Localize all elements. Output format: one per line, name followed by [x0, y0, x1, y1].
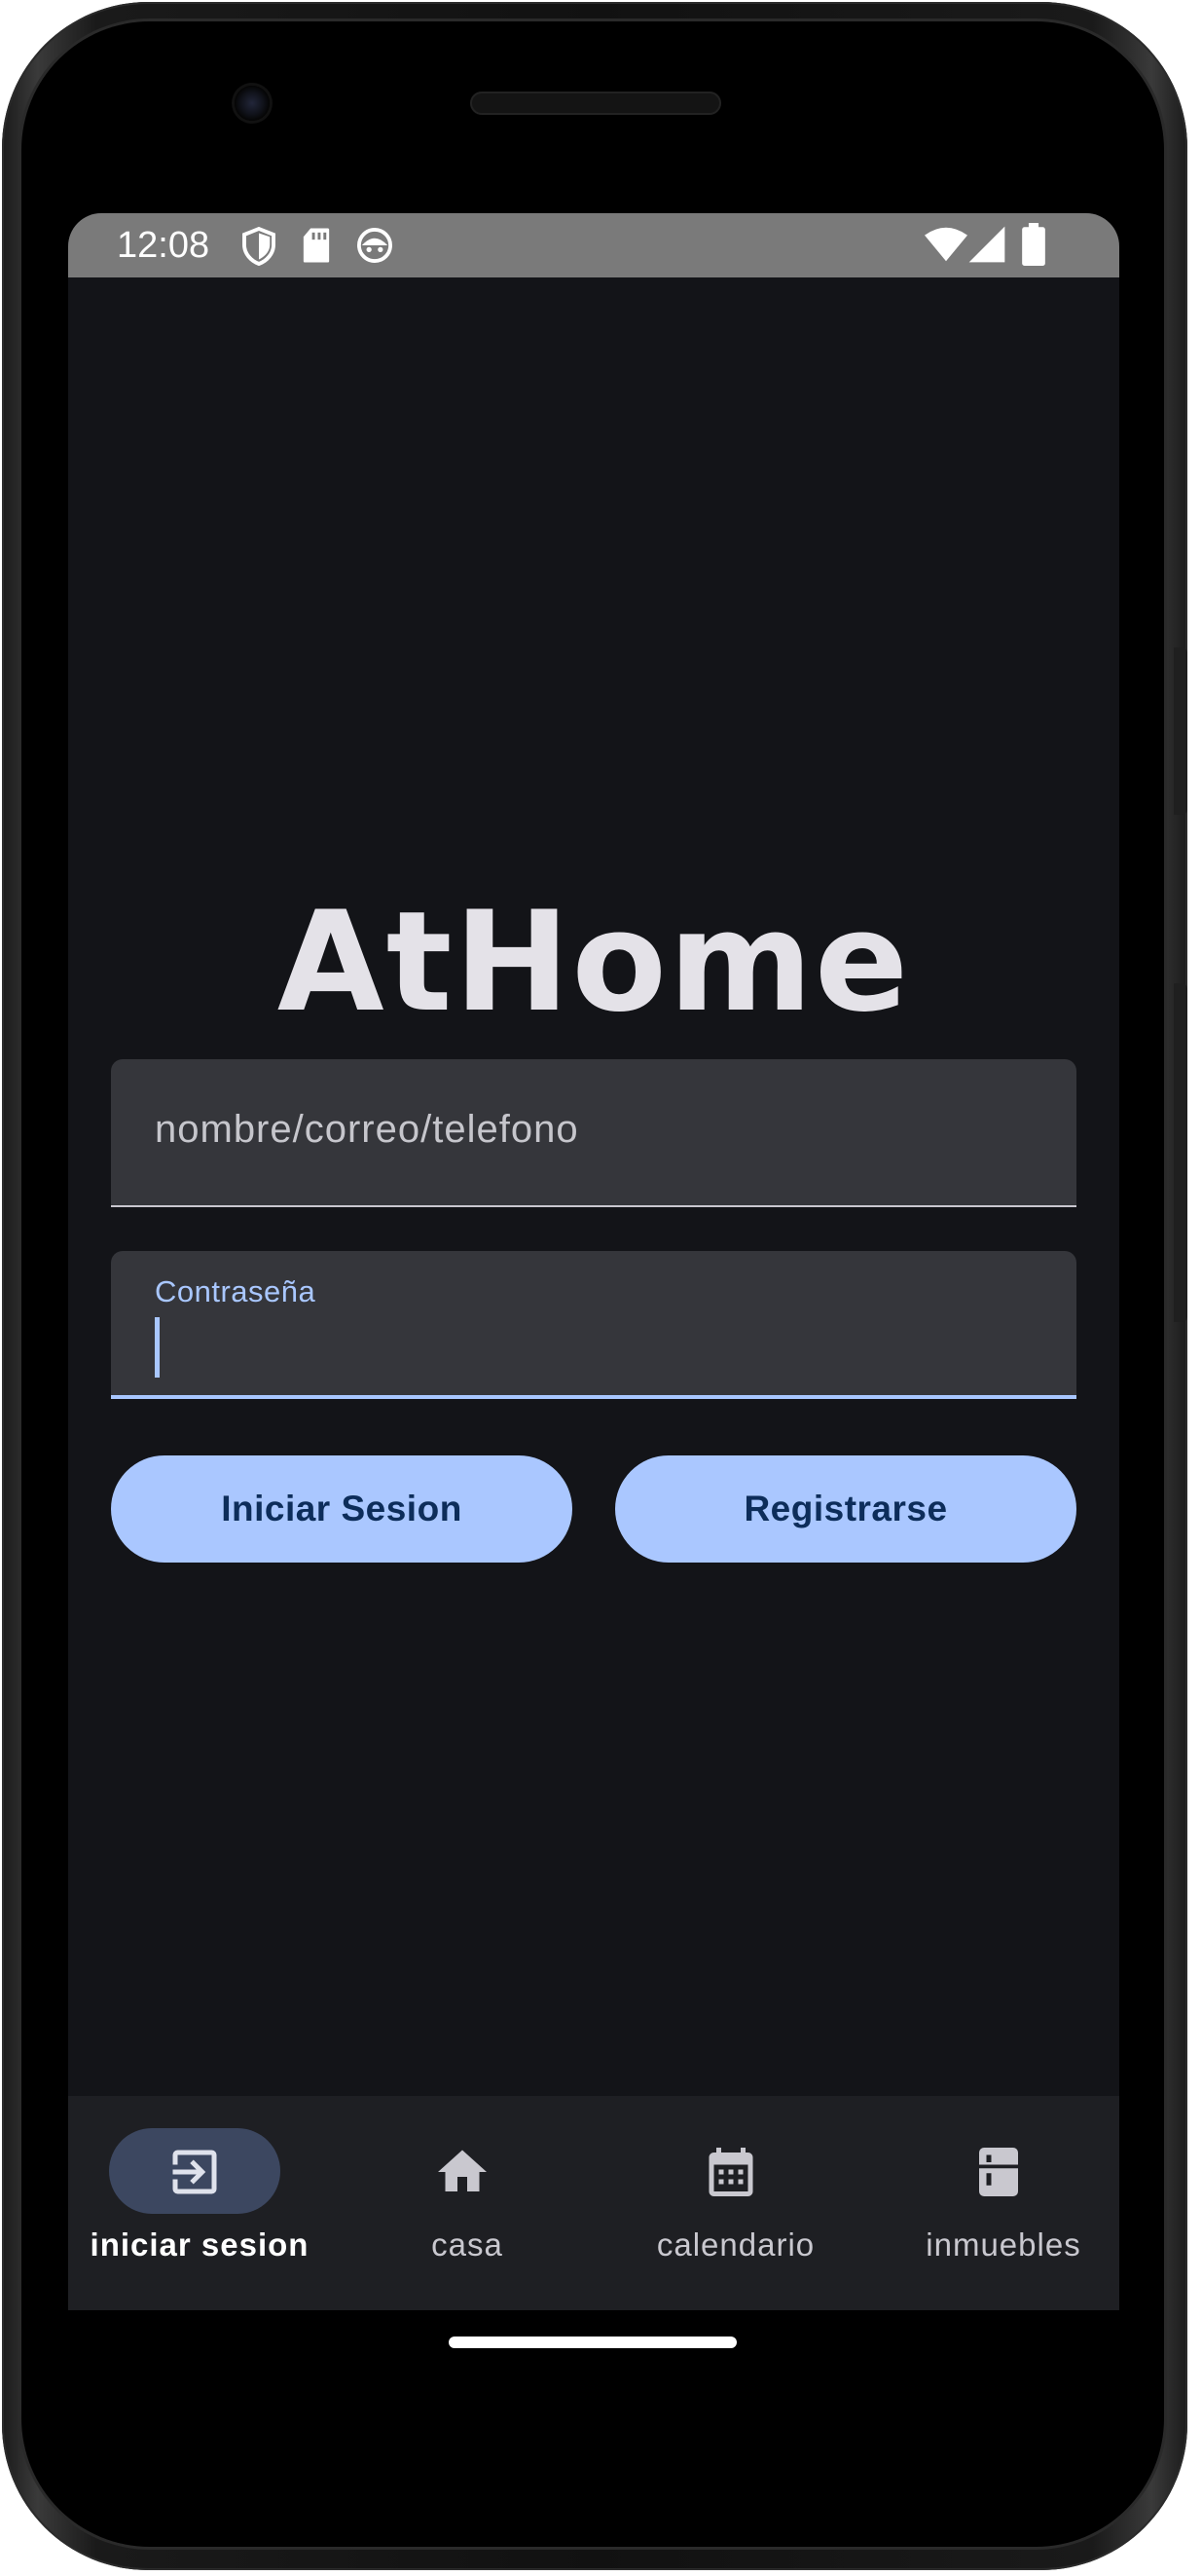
power-button[interactable] — [1174, 647, 1187, 815]
screen: 12:08 AtHome nombre/correo/telefono Cont… — [68, 213, 1119, 2310]
login-icon — [172, 2150, 217, 2194]
status-bar: 12:08 — [68, 213, 1119, 277]
nav-label: iniciar sesion — [90, 2226, 310, 2263]
cellular-signal-icon — [968, 226, 1005, 263]
username-placeholder: nombre/correo/telefono — [155, 1108, 579, 1151]
earpiece-speaker — [470, 92, 721, 115]
nav-item-calendario[interactable]: calendario — [609, 2096, 872, 2310]
sd-card-icon — [303, 228, 330, 263]
nav-item-iniciar-sesion[interactable]: iniciar sesion — [73, 2096, 336, 2310]
nav-label: casa — [431, 2226, 503, 2263]
android-face-icon — [357, 228, 392, 263]
register-button[interactable]: Registrarse — [615, 1455, 1076, 1563]
status-time: 12:08 — [117, 225, 210, 266]
shield-icon — [242, 227, 275, 266]
fridge-icon — [979, 2148, 1018, 2196]
bottom-navigation: iniciar sesion casa calendario inmuebles — [68, 2096, 1119, 2310]
home-icon — [438, 2150, 487, 2191]
password-label: Contraseña — [155, 1274, 316, 1308]
nav-label: calendario — [656, 2226, 816, 2263]
gesture-home-bar[interactable] — [449, 2337, 737, 2348]
text-cursor — [155, 1317, 160, 1378]
nav-item-casa[interactable]: casa — [341, 2096, 603, 2310]
front-camera — [235, 86, 270, 121]
username-field[interactable]: nombre/correo/telefono — [111, 1059, 1076, 1207]
app-logo: AtHome — [276, 882, 911, 1043]
volume-button[interactable] — [1174, 983, 1187, 1322]
password-field[interactable]: Contraseña — [111, 1251, 1076, 1399]
battery-icon — [1022, 223, 1045, 266]
login-screen: AtHome nombre/correo/telefono Contraseña… — [68, 277, 1119, 2096]
nav-item-inmuebles[interactable]: inmuebles — [877, 2096, 1119, 2310]
wifi-icon — [925, 227, 967, 262]
calendar-icon — [709, 2148, 753, 2196]
nav-label: inmuebles — [926, 2226, 1081, 2263]
login-button[interactable]: Iniciar Sesion — [111, 1455, 572, 1563]
